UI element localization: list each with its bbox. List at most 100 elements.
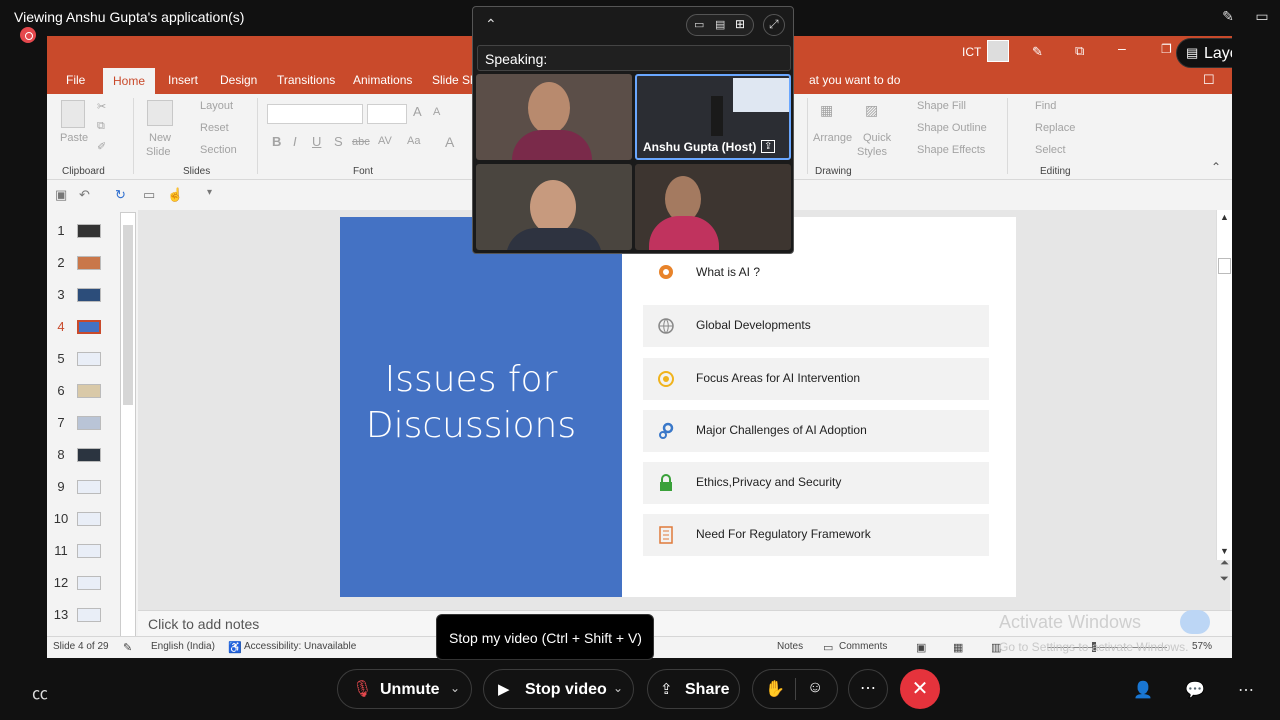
thumbnail-image: [77, 320, 101, 334]
ribbon-display-icon[interactable]: ⧉: [1075, 43, 1084, 59]
annotate-icon[interactable]: ✎: [1218, 8, 1238, 28]
tab-animations[interactable]: Animations: [353, 73, 412, 87]
minimize-icon[interactable]: –: [1118, 40, 1126, 56]
view-options-icon[interactable]: ▭: [1252, 8, 1272, 28]
layout-button[interactable]: ▤ Layout: [1176, 38, 1232, 68]
notes-placeholder[interactable]: Click to add notes: [148, 616, 259, 632]
reactions-icon[interactable]: ☺: [807, 679, 823, 697]
format-painter-icon[interactable]: ✐: [97, 140, 106, 153]
audio-options-icon[interactable]: ⌄: [450, 681, 460, 695]
new-slide-button[interactable]: New: [149, 132, 171, 144]
slideshow-icon[interactable]: ▭: [143, 187, 155, 203]
normal-view-icon[interactable]: ▣: [916, 641, 926, 654]
save-icon[interactable]: ▣: [55, 187, 67, 203]
language-status[interactable]: English (India): [151, 641, 215, 652]
scroll-down-icon[interactable]: ▼: [1220, 546, 1229, 556]
restore-icon[interactable]: ❐: [1161, 42, 1172, 56]
reset-button[interactable]: Reset: [200, 122, 229, 134]
select-button[interactable]: Select: [1035, 144, 1066, 156]
pen-icon[interactable]: ✎: [1032, 44, 1043, 60]
copy-icon[interactable]: ⧉: [97, 120, 105, 133]
shadow-icon[interactable]: S: [334, 134, 343, 149]
slide-scrollbar[interactable]: ▲ ▼: [1216, 210, 1232, 560]
leave-meeting-button[interactable]: ✕: [900, 669, 940, 709]
host-video-tile[interactable]: Anshu Gupta (Host) ⇪: [635, 74, 791, 160]
underline-icon[interactable]: U: [312, 134, 321, 149]
current-slide[interactable]: Issues for Discussions What is AI ? Glob…: [340, 217, 1016, 597]
comments-icon[interactable]: ☐: [1203, 72, 1215, 88]
shape-effects-button[interactable]: Shape Effects: [917, 144, 985, 156]
section-button[interactable]: Section: [200, 144, 237, 156]
thumbnail-number: 4: [57, 319, 65, 334]
raise-hand-icon[interactable]: ✋: [765, 679, 785, 699]
paste-button[interactable]: Paste: [60, 132, 88, 144]
drawing-group-label: Drawing: [815, 166, 852, 177]
tell-me-input[interactable]: at you want to do: [809, 73, 900, 87]
tab-home[interactable]: Home: [103, 68, 155, 94]
next-slide-icon[interactable]: ⏷: [1220, 573, 1229, 586]
font-size-select[interactable]: [367, 104, 407, 124]
customize-qat-icon[interactable]: ▾: [207, 187, 212, 198]
collapse-ribbon-icon[interactable]: ⌃: [1211, 160, 1221, 174]
bold-icon[interactable]: B: [272, 134, 281, 149]
shape-outline-button[interactable]: Shape Outline: [917, 122, 987, 134]
layout-ppt-button[interactable]: Layout: [200, 100, 233, 112]
redo-icon[interactable]: ↻: [115, 187, 126, 203]
tab-file[interactable]: File: [66, 73, 85, 87]
scroll-up-icon[interactable]: ▲: [1220, 212, 1229, 222]
prev-slide-icon[interactable]: ⏶: [1220, 557, 1229, 570]
find-button[interactable]: Find: [1035, 100, 1056, 112]
shape-fill-button[interactable]: Shape Fill: [917, 100, 966, 112]
increase-font-icon[interactable]: A: [413, 104, 422, 119]
spacing-icon[interactable]: AV: [378, 135, 392, 147]
participant-face: [530, 180, 576, 234]
touch-mode-icon[interactable]: ☝: [167, 187, 183, 203]
comments-button[interactable]: Comments: [839, 641, 887, 652]
cut-icon[interactable]: ✂: [97, 100, 106, 113]
unmute-button[interactable]: 🎙 Unmute ⌄: [337, 669, 472, 709]
gallery-view-switcher[interactable]: ▭ ▤ ⊞: [686, 14, 754, 36]
participant-video-tile[interactable]: [476, 74, 632, 160]
grid-view-icon[interactable]: ⊞: [735, 17, 745, 31]
captions-icon[interactable]: ㏄: [32, 680, 48, 704]
chat-icon[interactable]: 💬: [1185, 680, 1205, 700]
expand-gallery-icon[interactable]: ⤢: [763, 14, 785, 36]
strip-view-icon[interactable]: ▤: [715, 18, 725, 31]
font-family-select[interactable]: [267, 104, 363, 124]
more-icon[interactable]: ⋯: [1238, 680, 1254, 700]
more-options-button[interactable]: ⋯: [848, 669, 888, 709]
collapse-gallery-icon[interactable]: ⌃: [485, 16, 497, 33]
tab-design[interactable]: Design: [220, 73, 257, 87]
quick-styles-button[interactable]: Quick: [863, 132, 891, 144]
tab-slideshow[interactable]: Slide Sh: [432, 73, 477, 87]
stop-video-button[interactable]: ▶ Stop video ⌄: [483, 669, 634, 709]
decrease-font-icon[interactable]: A: [433, 106, 440, 118]
participants-icon[interactable]: 👤: [1133, 680, 1153, 700]
video-options-icon[interactable]: ⌄: [613, 681, 623, 695]
italic-icon[interactable]: I: [293, 134, 297, 149]
thumbnail-number: 2: [57, 255, 65, 270]
tab-transitions[interactable]: Transitions: [277, 73, 335, 87]
single-view-icon[interactable]: ▭: [694, 18, 704, 31]
sorter-view-icon[interactable]: ▦: [953, 641, 963, 654]
agenda-label: Major Challenges of AI Adoption: [696, 423, 867, 437]
spell-check-icon[interactable]: ✎: [123, 641, 132, 654]
change-case-icon[interactable]: Aa: [407, 135, 420, 147]
share-button[interactable]: ⇪ Share: [647, 669, 740, 709]
accessibility-status[interactable]: Accessibility: Unavailable: [244, 641, 356, 652]
undo-icon[interactable]: ↶: [79, 187, 90, 203]
participant-video-tile[interactable]: [635, 164, 791, 250]
replace-button[interactable]: Replace: [1035, 122, 1075, 134]
arrange-button[interactable]: Arrange: [813, 132, 852, 144]
user-avatar[interactable]: [987, 40, 1009, 62]
scroll-thumb[interactable]: [1218, 258, 1231, 274]
notes-button[interactable]: Notes: [777, 641, 803, 652]
scroll-thumb[interactable]: [123, 225, 133, 405]
participant-video-tile[interactable]: [476, 164, 632, 250]
tab-insert[interactable]: Insert: [168, 73, 198, 87]
font-color-icon[interactable]: A: [445, 134, 454, 150]
zoom-level[interactable]: 57%: [1192, 641, 1212, 652]
slide-title: Issues for Discussions: [365, 359, 577, 446]
strikethrough-icon[interactable]: abc: [352, 136, 370, 148]
thumbnail-scrollbar[interactable]: [120, 212, 136, 638]
